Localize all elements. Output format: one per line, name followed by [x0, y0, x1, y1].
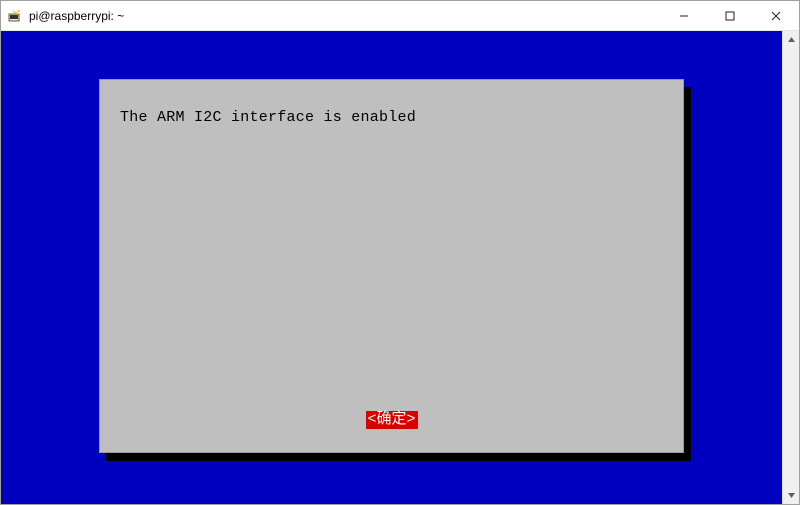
minimize-button[interactable] — [661, 1, 707, 30]
window-title: pi@raspberrypi: ~ — [29, 9, 661, 23]
ok-button[interactable]: <确定> — [365, 411, 417, 429]
scroll-up-arrow[interactable] — [783, 31, 800, 48]
maximize-button[interactable] — [707, 1, 753, 30]
scroll-down-arrow[interactable] — [783, 487, 800, 504]
titlebar[interactable]: pi@raspberrypi: ~ — [1, 1, 799, 31]
putty-window: pi@raspberrypi: ~ The ARM I2C interface … — [0, 0, 800, 505]
client-area: The ARM I2C interface is enabled <确定> — [1, 31, 799, 504]
putty-icon — [7, 8, 23, 24]
terminal[interactable]: The ARM I2C interface is enabled <确定> — [1, 31, 782, 504]
close-button[interactable] — [753, 1, 799, 30]
window-controls — [661, 1, 799, 30]
config-dialog: The ARM I2C interface is enabled <确定> — [99, 79, 684, 453]
dialog-message: The ARM I2C interface is enabled — [120, 109, 416, 126]
vertical-scrollbar[interactable] — [782, 31, 799, 504]
